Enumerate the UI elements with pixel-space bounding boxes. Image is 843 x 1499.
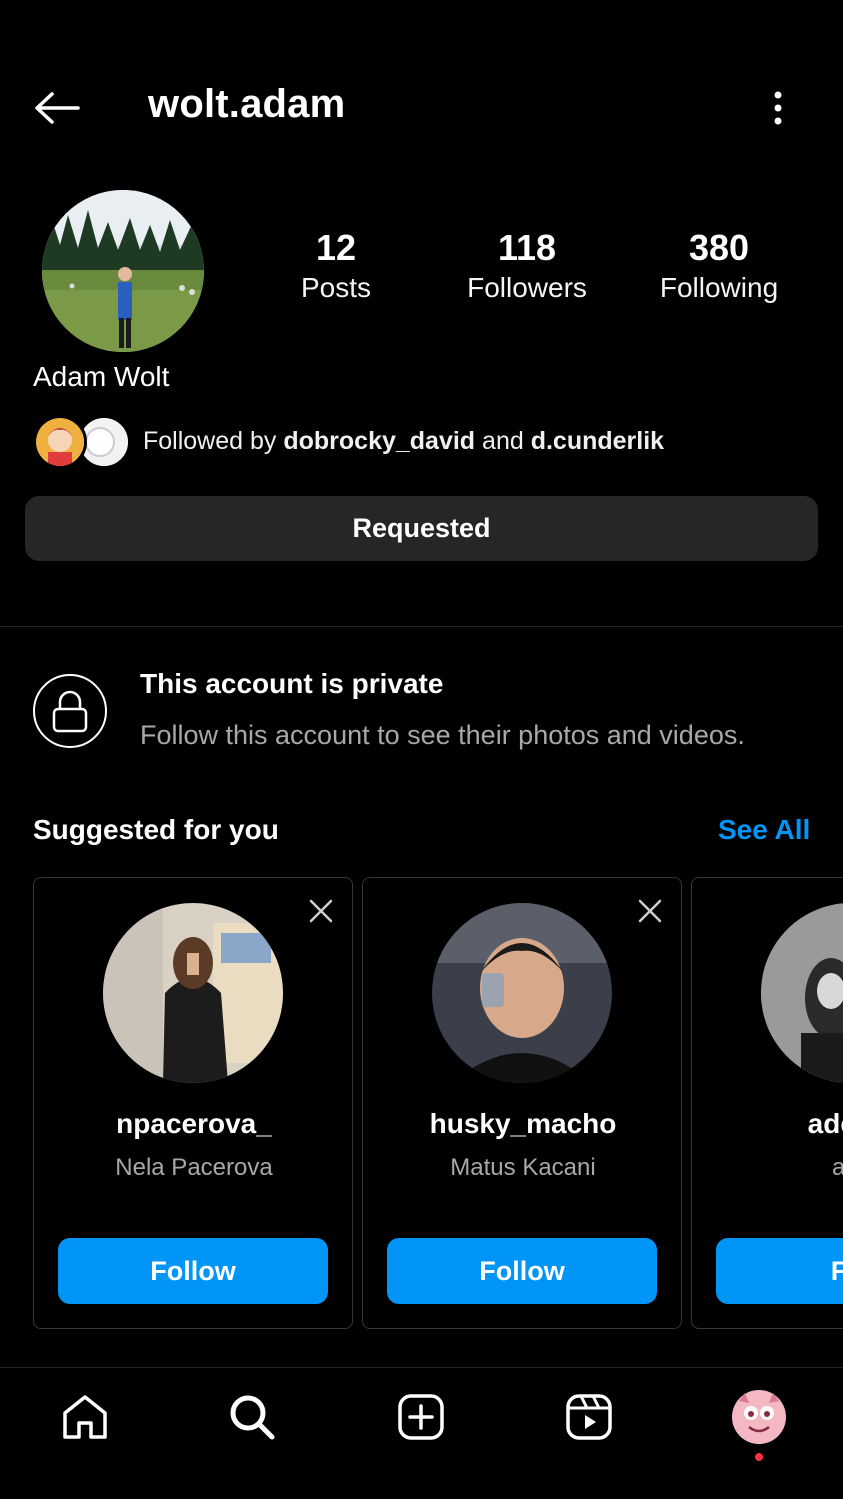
suggested-avatar[interactable]: [761, 903, 843, 1083]
mutual-user-2[interactable]: d.cunderlik: [531, 427, 664, 455]
close-icon: [638, 899, 662, 923]
reels-icon: [566, 1394, 612, 1440]
followers-stat[interactable]: 118 Followers: [437, 226, 617, 306]
mutual-avatar-1: [33, 415, 87, 469]
posts-count: 12: [315, 227, 357, 268]
suggested-username[interactable]: adel_b: [692, 1108, 843, 1140]
profile-avatar: [732, 1390, 786, 1444]
following-stat[interactable]: 380 Following: [629, 226, 809, 306]
back-button[interactable]: [30, 86, 84, 130]
following-label: Following: [659, 272, 779, 303]
follow-button[interactable]: Follow: [387, 1238, 657, 1304]
mutual-user-1[interactable]: dobrocky_david: [283, 427, 475, 455]
home-icon: [63, 1395, 107, 1439]
private-account-title: This account is private: [140, 668, 444, 699]
suggested-username[interactable]: npacerova_: [34, 1108, 354, 1140]
profile-stats: 12 Posts 118 Followers 380 Following: [240, 226, 843, 326]
followed-by-and: and: [482, 427, 524, 455]
nav-search[interactable]: [219, 1388, 285, 1446]
create-icon: [398, 1394, 444, 1440]
dismiss-button[interactable]: [304, 894, 338, 928]
profile-avatar[interactable]: [42, 190, 204, 352]
suggested-cards: npacerova_ Nela Pacerova Follow husky_ma…: [33, 877, 843, 1329]
private-account-subtitle: Follow this account to see their photos …: [140, 720, 745, 750]
notification-dot: [755, 1453, 763, 1461]
suggested-avatar[interactable]: [432, 903, 612, 1083]
section-divider: [0, 626, 843, 627]
followers-label: Followers: [467, 272, 587, 303]
suggested-card[interactable]: husky_macho Matus Kacani Follow: [362, 877, 682, 1329]
requested-button[interactable]: Requested: [25, 496, 818, 561]
follow-button[interactable]: Follow: [58, 1238, 328, 1304]
more-vertical-icon: [774, 91, 782, 125]
profile-full-name: Adam Wolt: [33, 361, 170, 392]
nav-profile[interactable]: [726, 1388, 792, 1446]
see-all-link[interactable]: See All: [718, 814, 810, 846]
followed-by-row[interactable]: Followed by dobrocky_david and d.cunderl…: [33, 413, 833, 471]
suggested-full-name: ade: [831, 1154, 843, 1181]
followed-by-prefix: Followed by: [143, 427, 277, 455]
followers-count: 118: [497, 227, 557, 268]
lock-icon: [33, 674, 107, 748]
nav-home[interactable]: [52, 1388, 118, 1446]
suggested-title: Suggested for you: [33, 814, 279, 845]
arrow-left-icon: [35, 92, 80, 124]
follow-button[interactable]: Fol: [716, 1238, 843, 1304]
nav-create[interactable]: [388, 1388, 454, 1446]
close-icon: [309, 899, 333, 923]
more-options-button[interactable]: [760, 86, 796, 130]
suggested-username[interactable]: husky_macho: [363, 1108, 683, 1140]
suggested-full-name: Nela Pacerova: [115, 1154, 273, 1181]
suggested-full-name: Matus Kacani: [450, 1154, 596, 1181]
profile-header: wolt.adam: [0, 0, 843, 210]
posts-stat[interactable]: 12 Posts: [246, 226, 426, 306]
posts-label: Posts: [300, 272, 372, 303]
page-title: wolt.adam: [148, 82, 346, 126]
dismiss-button[interactable]: [633, 894, 667, 928]
suggested-card[interactable]: npacerova_ Nela Pacerova Follow: [33, 877, 353, 1329]
nav-reels[interactable]: [556, 1388, 622, 1446]
following-count: 380: [688, 227, 750, 268]
suggested-card[interactable]: adel_b ade Fol: [691, 877, 843, 1329]
suggested-avatar[interactable]: [103, 903, 283, 1083]
search-icon: [230, 1395, 275, 1440]
followed-by-text: Followed by dobrocky_david and d.cunderl…: [143, 427, 664, 456]
bottom-navigation: [0, 1368, 843, 1499]
